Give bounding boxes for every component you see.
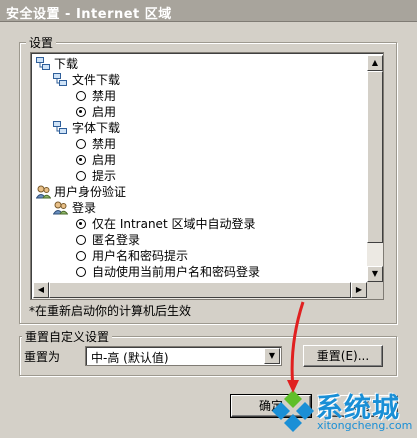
- reset-to-label: 重置为: [24, 350, 61, 364]
- radio-logon-anonymous[interactable]: [76, 235, 86, 245]
- settings-category-icon: [36, 57, 50, 70]
- scroll-down-arrow-icon[interactable]: ▼: [367, 266, 383, 282]
- window-title: 安全设置 - Internet 区域: [6, 7, 172, 22]
- scroll-left-arrow-icon[interactable]: ◀: [33, 282, 49, 298]
- title-bar[interactable]: 安全设置 - Internet 区域: [0, 0, 417, 22]
- radio-logon-prompt[interactable]: [76, 251, 86, 261]
- radio-font-download-prompt[interactable]: [76, 171, 86, 181]
- tree-item-file-download: 文件下载: [72, 73, 121, 87]
- radio-label: 匿名登录: [92, 233, 141, 247]
- reset-level-value: 中-高 (默认值): [91, 351, 169, 365]
- watermark-url: xitongcheng.com: [317, 419, 413, 432]
- radio-font-download-disable[interactable]: [76, 139, 86, 149]
- settings-category-icon: [53, 73, 67, 86]
- radio-logon-intranet-auto[interactable]: [76, 219, 86, 229]
- scroll-corner: [367, 282, 383, 299]
- settings-tree: 下载 文件下载 禁用 启用 字体下载 禁用 启用 提示 用户身份验证 登录 仅在…: [33, 55, 367, 282]
- settings-group-label: 设置: [26, 34, 57, 51]
- vertical-scroll-thumb[interactable]: [367, 71, 383, 243]
- tree-item-logon: 登录: [72, 201, 97, 215]
- vertical-scrollbar[interactable]: ▲ ▼: [367, 55, 383, 282]
- reset-level-select[interactable]: 中-高 (默认值) ▼: [85, 346, 282, 366]
- radio-label: 启用: [92, 105, 117, 119]
- reset-group-label: 重置自定义设置: [22, 328, 113, 345]
- scroll-up-arrow-icon[interactable]: ▲: [367, 55, 383, 71]
- settings-tree-list[interactable]: 下载 文件下载 禁用 启用 字体下载 禁用 启用 提示 用户身份验证 登录 仅在…: [30, 52, 384, 300]
- radio-label: 自动使用当前用户名和密码登录: [92, 265, 261, 279]
- restart-note: *在重新启动你的计算机后生效: [29, 304, 192, 318]
- horizontal-scrollbar[interactable]: ◀ ▶: [33, 282, 367, 299]
- users-icon: [53, 201, 68, 215]
- radio-font-download-enable[interactable]: [76, 155, 86, 165]
- tree-item-user-auth: 用户身份验证: [54, 185, 127, 199]
- horizontal-scroll-thumb[interactable]: [49, 282, 351, 298]
- reset-button[interactable]: 重置(E)...: [303, 345, 383, 367]
- radio-label: 禁用: [92, 137, 117, 151]
- scroll-right-arrow-icon[interactable]: ▶: [351, 282, 367, 298]
- radio-file-download-enable[interactable]: [76, 107, 86, 117]
- annotation-arrow: [287, 301, 305, 393]
- radio-label: 用户名和密码提示: [92, 249, 189, 263]
- settings-category-icon: [53, 121, 67, 134]
- radio-file-download-disable[interactable]: [76, 91, 86, 101]
- chevron-down-icon[interactable]: ▼: [264, 348, 280, 364]
- radio-label: 提示: [92, 169, 117, 183]
- radio-label: 禁用: [92, 89, 117, 103]
- tree-item-download: 下载: [54, 57, 79, 71]
- radio-label: 启用: [92, 153, 117, 167]
- users-icon: [36, 185, 51, 199]
- radio-label: 仅在 Intranet 区域中自动登录: [92, 217, 256, 231]
- radio-logon-current-user[interactable]: [76, 267, 86, 277]
- tree-item-font-download: 字体下载: [72, 121, 121, 135]
